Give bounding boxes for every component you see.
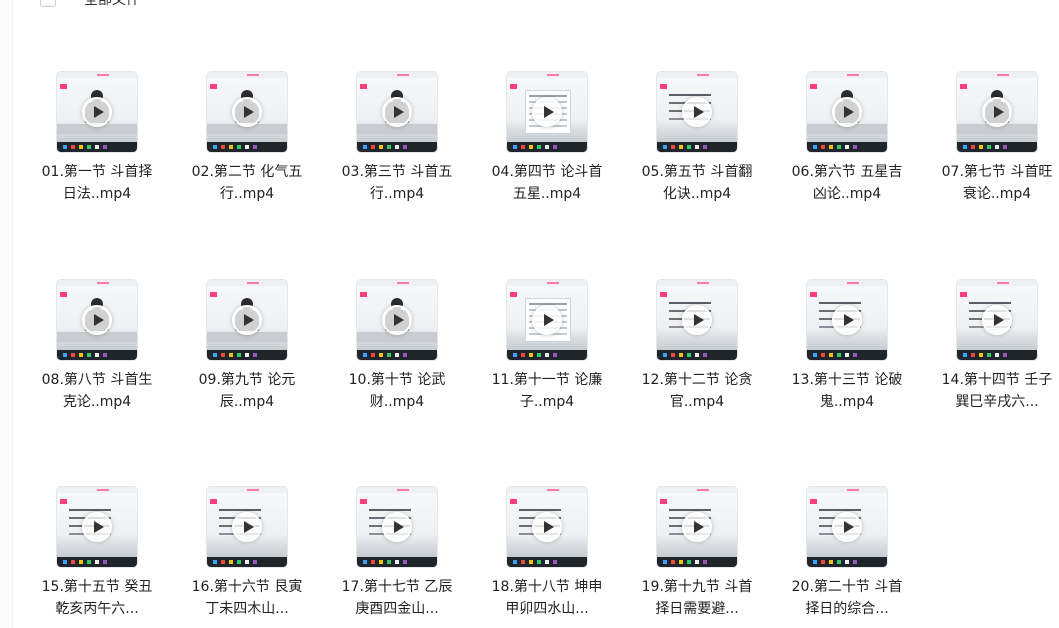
play-icon[interactable]: [382, 97, 412, 127]
video-thumbnail[interactable]: [507, 487, 587, 567]
play-icon[interactable]: [682, 305, 712, 335]
file-name[interactable]: 10.第十节 论武财..mp4: [339, 369, 455, 413]
video-thumbnail[interactable]: [657, 487, 737, 567]
file-name[interactable]: 06.第六节 五星吉凶论..mp4: [789, 161, 905, 205]
video-thumbnail[interactable]: [957, 72, 1037, 152]
file-item[interactable]: 09.第九节 论元辰..mp4: [172, 280, 322, 413]
play-icon[interactable]: [982, 97, 1012, 127]
video-thumbnail[interactable]: [207, 72, 287, 152]
file-item[interactable]: 13.第十三节 论破鬼..mp4: [772, 280, 922, 413]
video-thumbnail[interactable]: [657, 280, 737, 360]
play-icon[interactable]: [982, 305, 1012, 335]
file-item[interactable]: 16.第十六节 艮寅丁未四木山...: [172, 487, 322, 620]
file-name[interactable]: 16.第十六节 艮寅丁未四木山...: [189, 576, 305, 620]
file-item[interactable]: 04.第四节 论斗首五星..mp4: [472, 72, 622, 205]
play-icon[interactable]: [82, 97, 112, 127]
video-thumbnail[interactable]: [357, 72, 437, 152]
play-icon[interactable]: [682, 512, 712, 542]
file-name[interactable]: 15.第十五节 癸丑乾亥丙午六...: [39, 576, 155, 620]
video-thumbnail[interactable]: [57, 72, 137, 152]
file-item[interactable]: 06.第六节 五星吉凶论..mp4: [772, 72, 922, 205]
play-icon[interactable]: [832, 97, 862, 127]
video-thumbnail[interactable]: [357, 487, 437, 567]
play-icon[interactable]: [232, 305, 262, 335]
video-thumbnail[interactable]: [207, 487, 287, 567]
play-icon[interactable]: [232, 97, 262, 127]
play-icon[interactable]: [832, 305, 862, 335]
file-item[interactable]: 15.第十五节 癸丑乾亥丙午六...: [22, 487, 172, 620]
file-name[interactable]: 19.第十九节 斗首择日需要避...: [639, 576, 755, 620]
file-item[interactable]: 03.第三节 斗首五行..mp4: [322, 72, 472, 205]
video-thumbnail[interactable]: [657, 72, 737, 152]
play-icon[interactable]: [532, 97, 562, 127]
file-name[interactable]: 03.第三节 斗首五行..mp4: [339, 161, 455, 205]
video-thumbnail[interactable]: [207, 280, 287, 360]
file-name[interactable]: 02.第二节 化气五行..mp4: [189, 161, 305, 205]
video-thumbnail[interactable]: [507, 280, 587, 360]
file-name[interactable]: 20.第二十节 斗首择日的综合...: [789, 576, 905, 620]
play-icon[interactable]: [682, 97, 712, 127]
play-icon[interactable]: [532, 512, 562, 542]
file-name[interactable]: 11.第十一节 论廉子..mp4: [489, 369, 605, 413]
file-item[interactable]: 18.第十八节 坤申甲卯四水山...: [472, 487, 622, 620]
file-item[interactable]: 08.第八节 斗首生克论..mp4: [22, 280, 172, 413]
video-thumbnail[interactable]: [807, 280, 887, 360]
file-item[interactable]: 07.第七节 斗首旺衰论..mp4: [922, 72, 1059, 205]
video-thumbnail[interactable]: [507, 72, 587, 152]
file-name[interactable]: 09.第九节 论元辰..mp4: [189, 369, 305, 413]
file-item[interactable]: 17.第十七节 乙辰庚酉四金山...: [322, 487, 472, 620]
file-item[interactable]: 02.第二节 化气五行..mp4: [172, 72, 322, 205]
video-thumbnail[interactable]: [807, 487, 887, 567]
video-thumbnail[interactable]: [57, 487, 137, 567]
video-thumbnail[interactable]: [957, 280, 1037, 360]
file-item[interactable]: 14.第十四节 壬子巽巳辛戌六...: [922, 280, 1059, 413]
play-icon[interactable]: [532, 305, 562, 335]
file-name[interactable]: 18.第十八节 坤申甲卯四水山...: [489, 576, 605, 620]
video-thumbnail[interactable]: [357, 280, 437, 360]
file-item[interactable]: 20.第二十节 斗首择日的综合...: [772, 487, 922, 620]
file-name[interactable]: 04.第四节 论斗首五星..mp4: [489, 161, 605, 205]
file-name[interactable]: 08.第八节 斗首生克论..mp4: [39, 369, 155, 413]
video-thumbnail[interactable]: [57, 280, 137, 360]
play-icon[interactable]: [82, 512, 112, 542]
play-icon[interactable]: [232, 512, 262, 542]
file-name[interactable]: 17.第十七节 乙辰庚酉四金山...: [339, 576, 455, 620]
play-icon[interactable]: [82, 305, 112, 335]
file-name[interactable]: 01.第一节 斗首择日法..mp4: [39, 161, 155, 205]
video-thumbnail[interactable]: [807, 72, 887, 152]
file-item[interactable]: 10.第十节 论武财..mp4: [322, 280, 472, 413]
file-name[interactable]: 07.第七节 斗首旺衰论..mp4: [939, 161, 1055, 205]
file-grid: 01.第一节 斗首择日法..mp4 02.第二节 化气五行..mp4 03.第三节 …: [0, 0, 1059, 628]
file-item[interactable]: 19.第十九节 斗首择日需要避...: [622, 487, 772, 620]
play-icon[interactable]: [382, 512, 412, 542]
play-icon[interactable]: [382, 305, 412, 335]
file-item[interactable]: 11.第十一节 论廉子..mp4: [472, 280, 622, 413]
file-item[interactable]: 01.第一节 斗首择日法..mp4: [22, 72, 172, 205]
play-icon[interactable]: [832, 512, 862, 542]
file-name[interactable]: 05.第五节 斗首翻化诀..mp4: [639, 161, 755, 205]
file-name[interactable]: 13.第十三节 论破鬼..mp4: [789, 369, 905, 413]
file-name[interactable]: 12.第十二节 论贪官..mp4: [639, 369, 755, 413]
file-item[interactable]: 12.第十二节 论贪官..mp4: [622, 280, 772, 413]
file-name[interactable]: 14.第十四节 壬子巽巳辛戌六...: [939, 369, 1055, 413]
file-item[interactable]: 05.第五节 斗首翻化诀..mp4: [622, 72, 772, 205]
